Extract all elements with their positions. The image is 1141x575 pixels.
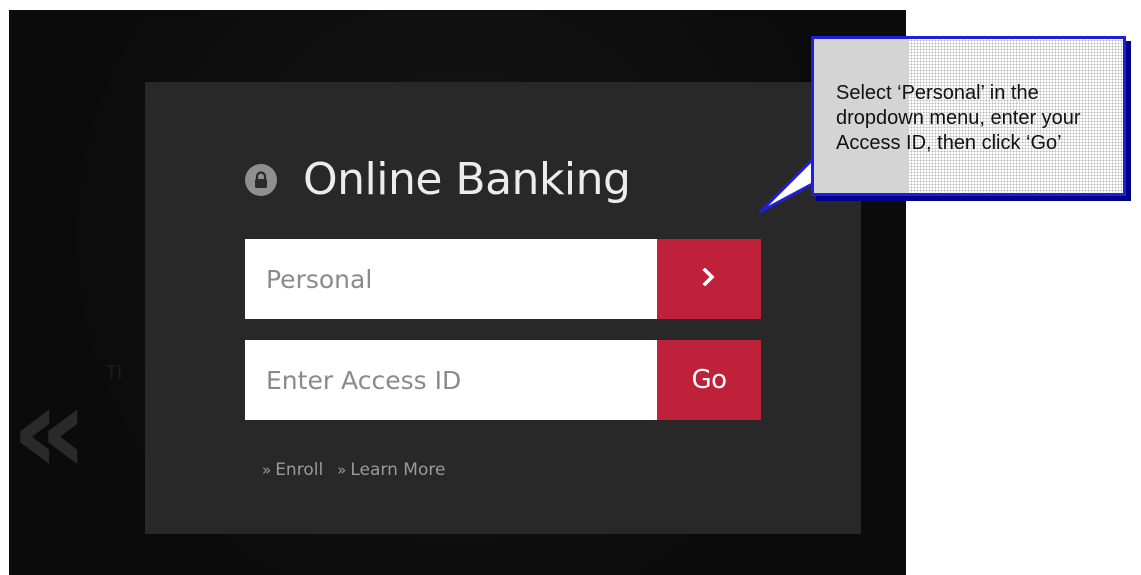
go-button[interactable]: Go: [657, 340, 761, 420]
account-type-row: Personal: [245, 239, 761, 319]
faded-text-fragment: TI: [106, 362, 122, 382]
enroll-link-label: Enroll: [275, 460, 324, 480]
instruction-callout: Select ‘Personal’ in the dropdown menu, …: [811, 36, 1126, 196]
double-chevron-icon: »: [337, 461, 347, 479]
account-type-selected: Personal: [266, 264, 373, 294]
callout-text: Select ‘Personal’ in the dropdown menu, …: [836, 82, 1081, 154]
login-panel: Online Banking Personal Go: [145, 82, 861, 534]
access-id-input[interactable]: [245, 340, 657, 420]
learn-more-link-label: Learn More: [350, 460, 446, 480]
lock-icon: [245, 163, 277, 196]
double-chevron-icon: »: [262, 461, 272, 479]
enroll-link[interactable]: » Enroll: [262, 460, 323, 480]
page: « TI Online Banking Personal Enter Acces…: [0, 0, 1141, 575]
account-type-submit-button[interactable]: [657, 239, 761, 319]
learn-more-link[interactable]: » Learn More: [337, 460, 445, 480]
chevron-right-icon: [702, 267, 716, 290]
account-type-dropdown[interactable]: Personal: [245, 239, 657, 319]
previous-slide-icon[interactable]: «: [11, 372, 88, 492]
login-header: Online Banking: [245, 154, 631, 205]
login-links: » Enroll » Learn More: [262, 460, 459, 480]
page-title: Online Banking: [303, 154, 631, 205]
go-button-label: Go: [691, 365, 727, 395]
access-id-row: Go: [245, 340, 761, 420]
banking-screenshot: « TI Online Banking Personal Enter Acces…: [9, 10, 906, 575]
